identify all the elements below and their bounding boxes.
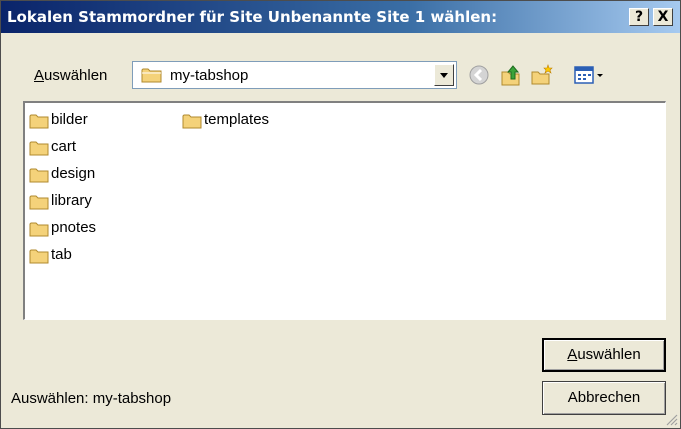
cancel-button[interactable]: Abbrechen (542, 381, 666, 415)
lookin-label: Auswählen (34, 67, 107, 84)
folder-name: tab (51, 246, 72, 263)
folder-select-dialog: Lokalen Stammordner für Site Unbenannte … (0, 0, 681, 429)
folder-icon (29, 195, 49, 210)
folder-icon (29, 168, 49, 183)
new-folder-icon[interactable] (529, 62, 555, 88)
selection-status: Auswählen: my-tabshop (11, 390, 172, 407)
folder-icon (29, 249, 49, 264)
lookin-label-text: uswählen (44, 67, 108, 84)
folder-icon (141, 68, 162, 83)
folder-name: cart (51, 138, 77, 155)
folder-name: library (51, 192, 92, 209)
resize-grip-icon[interactable] (664, 412, 678, 426)
folder-name: pnotes (51, 219, 97, 236)
select-accelerator: A (567, 346, 578, 363)
current-folder-text: my-tabshop (170, 67, 249, 84)
lookin-accelerator: A (34, 67, 45, 84)
views-menu-icon[interactable] (573, 62, 607, 88)
window-title: Lokalen Stammordner für Site Unbenannte … (7, 8, 498, 26)
folder-list[interactable]: bilder cart design library pnotes tab te… (23, 101, 666, 320)
folder-icon (29, 222, 49, 237)
help-button[interactable]: ? (629, 8, 649, 26)
select-button-label: uswählen (577, 346, 641, 363)
close-button[interactable]: X (653, 8, 673, 26)
folder-name: templates (204, 111, 270, 128)
folder-name: bilder (51, 111, 88, 128)
back-icon[interactable] (466, 62, 492, 88)
chevron-down-icon[interactable] (434, 64, 454, 86)
folder-path-dropdown[interactable]: my-tabshop (132, 61, 457, 89)
folder-icon (29, 114, 49, 129)
select-button[interactable]: Auswählen (542, 338, 666, 372)
up-folder-icon[interactable] (498, 62, 524, 88)
folder-icon (29, 141, 49, 156)
folder-icon (182, 114, 202, 129)
folder-name: design (51, 165, 96, 182)
title-bar[interactable]: Lokalen Stammordner für Site Unbenannte … (1, 1, 680, 33)
